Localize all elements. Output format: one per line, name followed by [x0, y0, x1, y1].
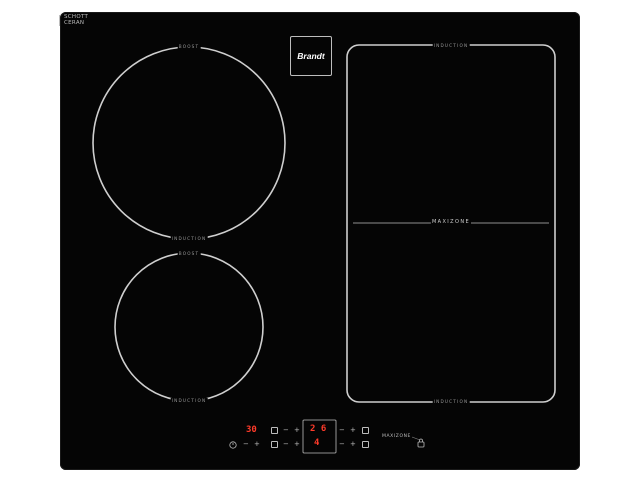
minus-button-top[interactable]: − [283, 426, 289, 434]
plus-button-bottom[interactable]: + [294, 440, 300, 448]
zone-top-left-bottom-label: INDUCTION [170, 236, 208, 241]
zone-right-bottom-label: INDUCTION [432, 399, 470, 404]
maxizone-small-label[interactable]: MAXIZONE [381, 434, 413, 440]
lock-icon-shackle [419, 438, 423, 442]
minus-button-right-bottom[interactable]: − [339, 440, 345, 448]
zone-top-left-top-label: BOOST [177, 44, 201, 49]
timer-plus-button[interactable]: + [254, 440, 260, 448]
zone-top-left-ring[interactable] [92, 46, 286, 240]
zone-select-top-left[interactable] [271, 427, 278, 434]
zone-bottom-left-ring[interactable] [114, 252, 264, 402]
zone-bottom-left-bottom-label: INDUCTION [170, 398, 208, 403]
timer-display: 30 [246, 425, 257, 435]
minus-button-bottom[interactable]: − [283, 440, 289, 448]
plus-button-top[interactable]: + [294, 426, 300, 434]
plus-button-right-bottom[interactable]: + [350, 440, 356, 448]
power-display-bottom: 4 [314, 438, 320, 448]
plus-button-right-top[interactable]: + [350, 426, 356, 434]
zone-bottom-left-top-label: BOOST [177, 251, 201, 256]
minus-button-right-top[interactable]: − [339, 426, 345, 434]
maxizone-small-link [411, 436, 421, 441]
power-display-top: 2 6 [310, 424, 327, 434]
zone-select-right-top[interactable] [362, 427, 369, 434]
cooking-zones [92, 44, 556, 454]
zone-select-right-bottom[interactable] [362, 441, 369, 448]
zone-right-top-label: INDUCTION [432, 43, 470, 48]
lock-icon[interactable] [417, 441, 425, 448]
maxizone-label: MAXIZONE [430, 219, 472, 225]
zone-select-bottom-left[interactable] [271, 441, 278, 448]
timer-minus-button[interactable]: − [243, 440, 249, 448]
